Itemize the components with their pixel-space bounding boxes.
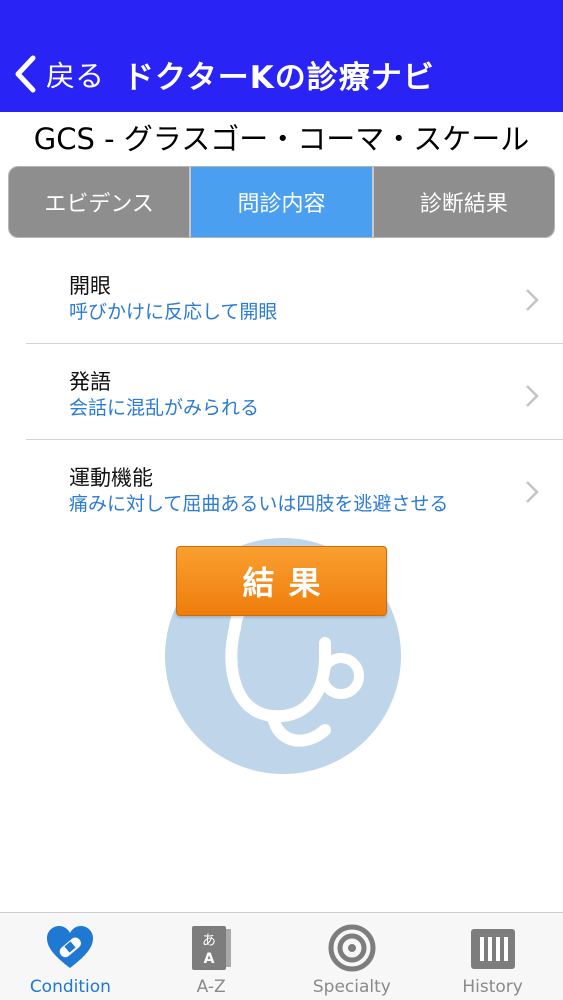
tab-label: A-Z (196, 977, 226, 997)
svg-text:A: A (204, 951, 215, 967)
item-value: 会話に混乱がみられる (69, 397, 260, 419)
tab-bar: Condition あ A A-Z Specialty History (0, 912, 563, 1000)
tab-condition[interactable]: Condition (0, 913, 141, 1000)
back-button[interactable]: 戻る (12, 52, 104, 96)
segment-diagnosis[interactable]: 診断結果 (371, 167, 554, 237)
chevron-right-icon (526, 385, 539, 407)
tab-history[interactable]: History (422, 913, 563, 1000)
result-button[interactable]: 結果 (176, 546, 387, 616)
scroll-icon (470, 929, 515, 969)
tab-a-z[interactable]: あ A A-Z (141, 913, 282, 1000)
tab-specialty[interactable]: Specialty (282, 913, 423, 1000)
list-item-verbal[interactable]: 発語 会話に混乱がみられる (0, 344, 563, 439)
item-title: 開眼 (69, 274, 111, 298)
back-label: 戻る (46, 59, 105, 93)
dictionary-icon: あ A (192, 926, 232, 970)
page-title: GCS - グラスゴー・コーマ・スケール (33, 122, 530, 156)
tab-label: History (462, 977, 523, 997)
question-list: 開眼 呼びかけに反応して開眼 発語 会話に混乱がみられる 運動機能 痛みに対して… (0, 248, 563, 535)
item-title: 運動機能 (69, 466, 153, 490)
list-item-motor[interactable]: 運動機能 痛みに対して屈曲あるいは四肢を逃避させる (0, 440, 563, 535)
segment-interview[interactable]: 問診内容 (189, 167, 372, 237)
navigation-bar: 戻る ドクターKの診療ナビ (0, 0, 563, 112)
target-icon (328, 924, 376, 972)
item-value: 呼びかけに反応して開眼 (69, 301, 278, 323)
heart-bandage-icon (47, 926, 94, 968)
chevron-right-icon (526, 481, 539, 503)
tab-label: Condition (29, 977, 111, 997)
list-item-eye-opening[interactable]: 開眼 呼びかけに反応して開眼 (0, 248, 563, 343)
nav-title: ドクターKの診療ナビ (123, 59, 435, 96)
chevron-right-icon (526, 289, 539, 311)
segmented-control: エビデンス 問診内容 診断結果 (8, 166, 555, 238)
item-title: 発語 (69, 370, 111, 394)
chevron-left-icon (15, 55, 36, 93)
segment-evidence[interactable]: エビデンス (9, 167, 190, 237)
tab-label: Specialty (312, 977, 391, 997)
svg-text:あ: あ (202, 933, 216, 949)
item-value: 痛みに対して屈曲あるいは四肢を逃避させる (69, 493, 449, 515)
